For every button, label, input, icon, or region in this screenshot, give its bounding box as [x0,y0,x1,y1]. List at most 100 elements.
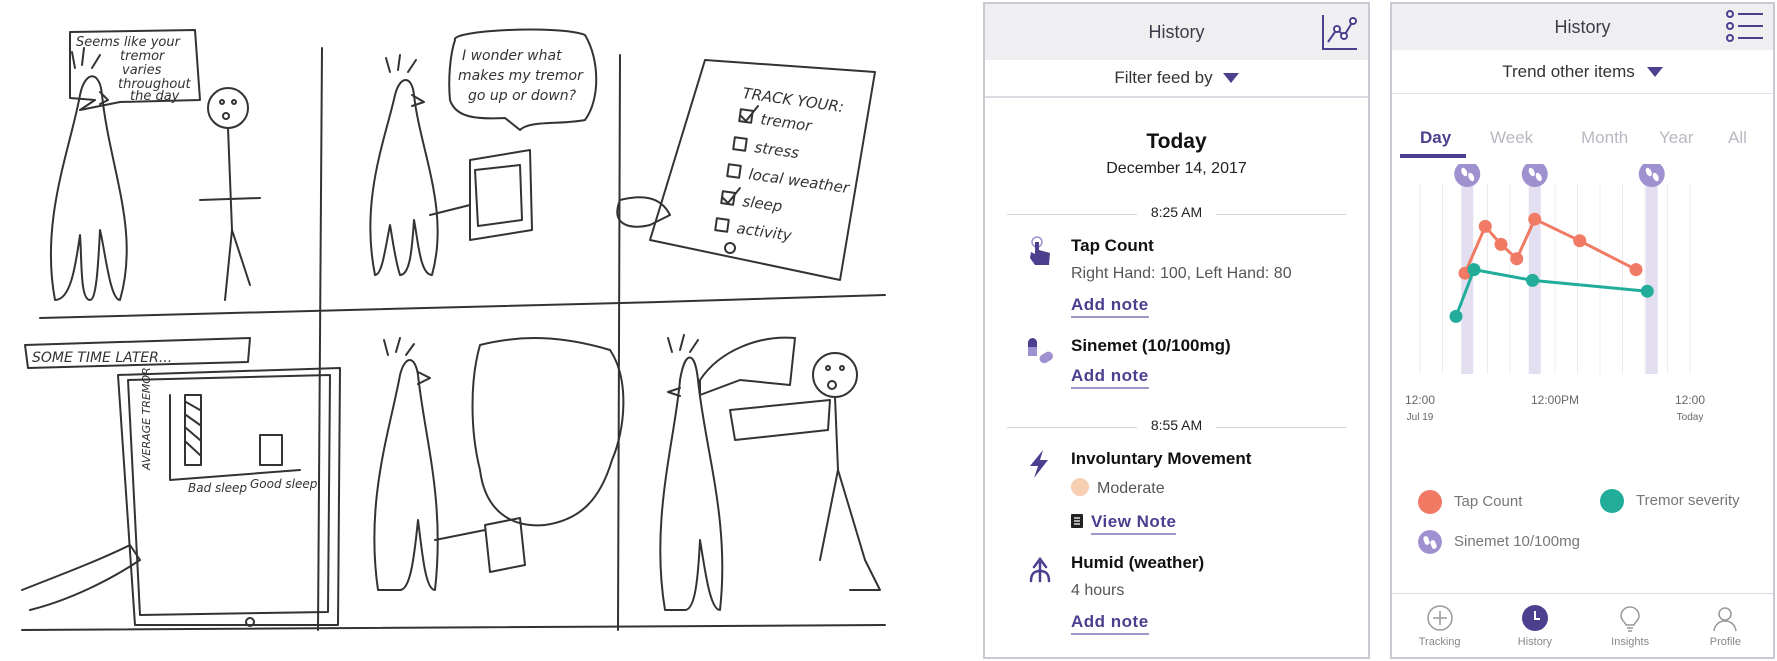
medication-marker-icon [1418,530,1442,554]
trend-line-chart: 12:00 Jul 19 12:00PM 12:00 Today [1405,164,1705,423]
range-tabs: Day Week Month Year All [1396,128,1769,158]
severity-row: Moderate [1071,478,1368,498]
data-point [1526,273,1539,287]
track-item: local weather [747,165,851,197]
add-note-link[interactable]: Add note [1071,612,1149,635]
storyboard-sketch: Seems like your tremor varies throughout… [21,28,886,631]
severity-label: Moderate [1097,480,1165,497]
legend-label: Tremor severity [1636,492,1740,509]
nav-label: Tracking [1418,635,1461,648]
bottom-nav: Tracking History Insights Profile [1392,593,1773,657]
filter-label: Filter feed by [1114,68,1213,87]
note-document-icon [1071,514,1083,528]
track-item: sleep [741,192,783,215]
legend-label: Sinemet 10/100mg [1454,533,1580,550]
nav-label: Profile [1709,635,1741,648]
track-item: activity [735,219,793,245]
data-point [1478,219,1492,233]
time-label: 8:55 AM [1136,417,1217,433]
bubble1-line: varies [122,63,162,78]
data-point [1467,263,1481,277]
time-label: 8:25 AM [1136,204,1217,220]
data-point [1629,263,1643,277]
legend-swatch [1600,489,1624,513]
history-feed-screen: History Filter feed by Today December 14… [983,2,1370,659]
entry-name: Tap Count [1071,236,1154,255]
entry-detail: 4 hours [1071,582,1125,599]
filter-dropdown[interactable]: Filter feed by [985,60,1368,98]
tab-week[interactable]: Week [1490,128,1533,148]
entry-name: Involuntary Movement [1071,449,1252,468]
medication-band [1645,186,1658,374]
x-tick-sublabel: Today [1677,412,1704,423]
bubble1-line: the day [130,89,180,104]
track-item: tremor [759,110,813,135]
trend-chart-screen: History Trend other items Day Week Month… [1390,2,1775,659]
nav-insights[interactable]: Insights [1583,594,1678,657]
medication-marker [1454,164,1481,187]
person-icon [1713,606,1738,631]
medication-marker [1521,164,1548,187]
track-item: stress [753,138,800,162]
medication-marker [1638,164,1665,187]
view-note-link[interactable]: View Note [1091,512,1177,535]
data-point [1510,252,1524,266]
data-point [1449,309,1463,323]
series-line-1 [1454,267,1648,317]
nav-label: Insights [1611,635,1650,648]
x-tick-label: 12:00 [1405,393,1435,407]
day-header: Today December 14, 2017 [985,130,1368,178]
top-bar: History [985,4,1368,60]
severity-dot [1071,478,1089,496]
list-menu-icon[interactable] [1725,8,1765,44]
caret-down-icon [1646,66,1663,77]
data-point [1528,212,1542,226]
caret-down-icon [1222,73,1239,83]
tab-day[interactable]: Day [1420,128,1451,148]
x-tick-sublabel: Jul 19 [1407,412,1434,423]
board-bar-label: Good sleep [250,477,318,491]
legend-label: Tap Count [1454,493,1523,510]
feed-entry: Sinemet (10/100mg) Add note [985,336,1368,389]
time-separator: 8:55 AM [1007,417,1346,437]
data-point [1494,237,1508,251]
entry-name: Humid (weather) [1071,553,1205,572]
active-tab-underline [1400,154,1466,158]
trend-other-items-dropdown[interactable]: Trend other items [1392,50,1773,94]
feed-entry: Involuntary Movement Moderate View Note [985,449,1368,535]
x-tick-label: 12:00 [1675,393,1705,407]
data-point [1573,234,1587,248]
lightbulb-icon [1620,605,1640,632]
caption-some-time-later: SOME TIME LATER... [32,350,172,366]
board-ylabel: AVERAGE TREMOR [140,367,153,471]
add-note-link[interactable]: Add note [1071,295,1149,318]
pills-icon [1028,338,1053,364]
humidity-icon [1029,556,1051,583]
legend-swatch [1418,490,1442,514]
screen-title: History [1554,16,1611,37]
tab-year[interactable]: Year [1659,128,1693,148]
add-note-link[interactable]: Add note [1071,366,1149,389]
tab-month[interactable]: Month [1581,128,1628,148]
day-heading: Today [1146,130,1207,153]
bubble2-line: I wonder what [462,48,562,64]
top-bar: History [1392,4,1773,50]
data-point [1640,284,1654,298]
nav-tracking[interactable]: Tracking [1392,594,1487,657]
view-note-row: View Note [1071,500,1368,535]
lightning-icon [1030,450,1048,478]
time-separator: 8:25 AM [1007,204,1346,224]
entry-detail: Right Hand: 100, Left Hand: 80 [1071,265,1292,282]
x-tick-label: 12:00PM [1531,393,1579,407]
line-graph-icon[interactable] [1320,12,1360,52]
nav-profile[interactable]: Profile [1678,594,1773,657]
tab-all[interactable]: All [1728,128,1747,148]
feed-entry: Tap Count Right Hand: 100, Left Hand: 80… [985,236,1368,318]
bubble1-line: Seems like your [76,35,182,50]
clock-icon [1521,604,1548,631]
nav-history[interactable]: History [1487,594,1582,657]
plus-circle-icon [1426,604,1453,631]
screen-title: History [1148,21,1205,42]
trend-label: Trend other items [1502,61,1635,81]
bubble2-line: go up or down? [468,88,577,104]
